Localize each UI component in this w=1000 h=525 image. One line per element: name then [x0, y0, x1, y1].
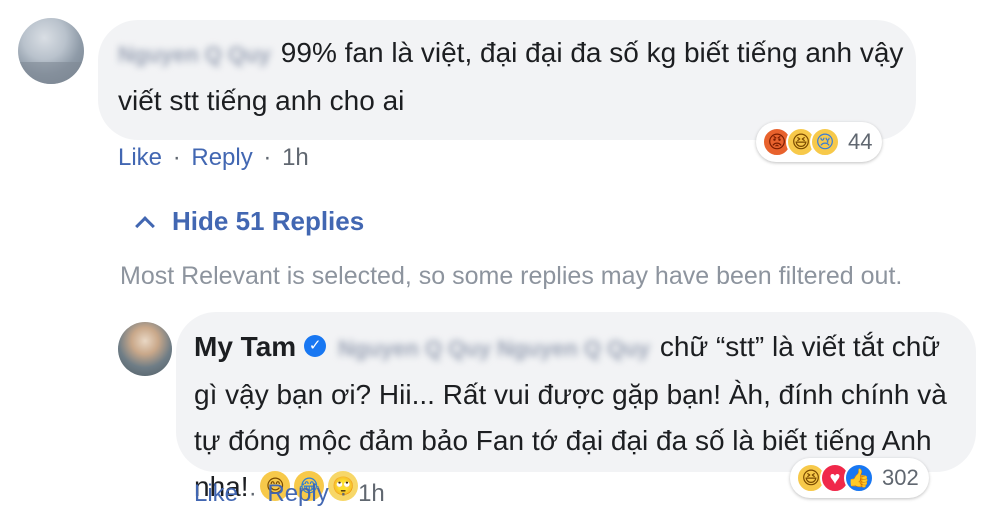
reaction-count: 44 [848, 129, 873, 154]
separator-dot: · [339, 480, 348, 507]
comment-body: Nguyen Q Quy 99% fan là việt, đại đại đa … [118, 30, 908, 124]
verified-badge-icon: ✓ [304, 334, 327, 357]
reply-timestamp[interactable]: 1h [358, 480, 385, 507]
comment-author-name[interactable]: Nguyen Q Quy [118, 32, 271, 78]
reply-author-avatar[interactable] [118, 322, 172, 376]
reply-author-name[interactable]: My Tam [194, 331, 296, 362]
reaction-count: 302 [882, 465, 919, 490]
reply-link[interactable]: Reply [191, 144, 252, 171]
sad-reaction-icon: 😢 [810, 127, 840, 157]
filter-note: Most Relevant is selected, so some repli… [120, 262, 903, 290]
chevron-up-icon [135, 215, 155, 236]
commenter-avatar[interactable] [18, 18, 84, 84]
separator-dot: · [248, 480, 257, 507]
hide-replies-button[interactable]: Hide 51 Replies [135, 206, 365, 237]
reply-reactions[interactable]: 😆 ♥ 👍 302 [790, 458, 929, 498]
like-reaction-icon: 👍 [844, 463, 874, 493]
mention-link[interactable]: Nguyen Q Quy Nguyen Q Quy [338, 326, 650, 372]
reply-link[interactable]: Reply [267, 480, 328, 507]
separator-dot: · [172, 144, 181, 171]
separator-dot: · [263, 144, 272, 171]
hide-replies-label: Hide 51 Replies [172, 206, 365, 236]
like-link[interactable]: Like [118, 144, 162, 171]
comment-reactions[interactable]: 😡 😆 😢 44 [756, 122, 883, 162]
comment-actions: Like · Reply · 1h [118, 144, 309, 172]
reply-actions: Like · Reply · 1h [194, 480, 385, 508]
comment-timestamp[interactable]: 1h [282, 144, 309, 171]
like-link[interactable]: Like [194, 480, 238, 507]
